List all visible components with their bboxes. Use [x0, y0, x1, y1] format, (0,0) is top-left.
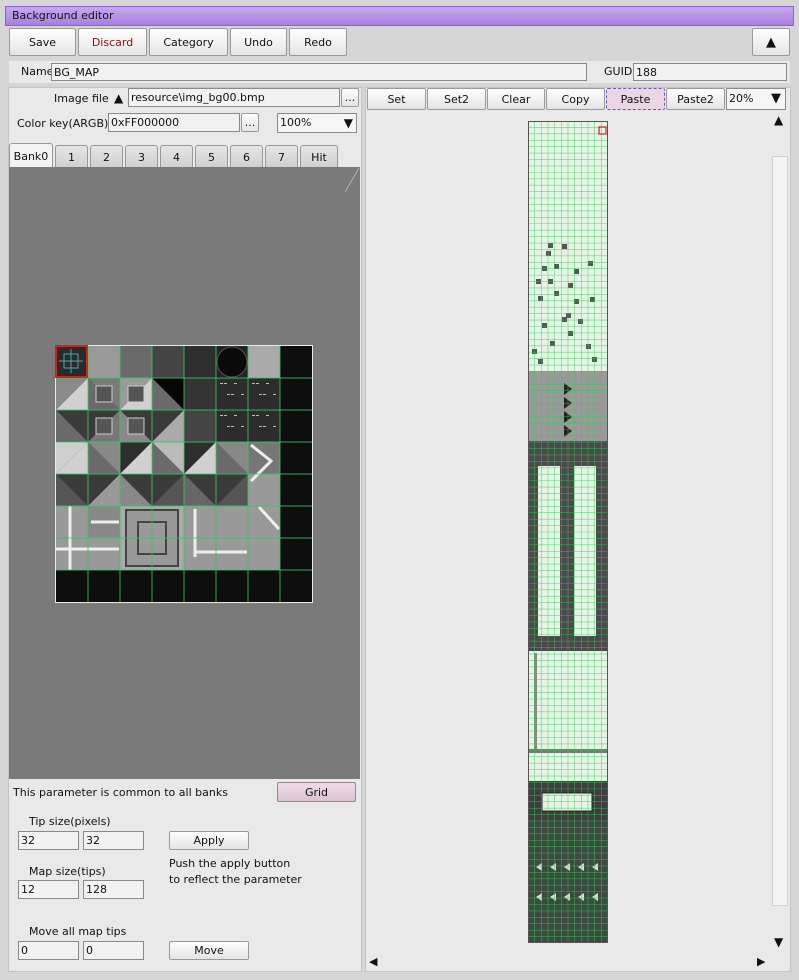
tab-bank-1[interactable]: 1: [55, 145, 88, 168]
apply-note-line-1: Push the apply button: [169, 857, 291, 870]
map-zoom-value: 20%: [729, 92, 754, 105]
tip-width-field[interactable]: 32: [18, 831, 79, 850]
chevron-down-icon: ▼: [771, 91, 781, 106]
redo-button[interactable]: Redo: [289, 28, 347, 56]
image-file-field[interactable]: resource\img_bg00.bmp: [128, 88, 340, 107]
color-key-browse-button[interactable]: ...: [241, 113, 259, 132]
scroll-right-icon[interactable]: ▶: [757, 955, 765, 968]
tileset-image[interactable]: [55, 345, 313, 603]
image-file-browse-button[interactable]: ...: [341, 88, 359, 107]
guid-field[interactable]: 188: [633, 63, 787, 81]
color-key-field[interactable]: 0xFF000000: [108, 113, 240, 132]
tip-height-field[interactable]: 32: [83, 831, 144, 850]
paste-button[interactable]: Paste: [606, 88, 665, 110]
diagonal-resize-mark: [345, 167, 360, 193]
discard-button[interactable]: Discard: [78, 28, 147, 56]
map-size-label: Map size(tips): [29, 865, 106, 878]
move-x-field[interactable]: 0: [18, 941, 79, 960]
category-button[interactable]: Category: [149, 28, 228, 56]
map-height-field[interactable]: 128: [83, 880, 144, 899]
undo-button[interactable]: Undo: [230, 28, 287, 56]
chevron-down-icon: ▼: [343, 116, 353, 130]
vertical-scroll-thumb[interactable]: [772, 156, 788, 906]
move-label: Move all map tips: [29, 925, 127, 938]
window-title: Background editor: [5, 6, 794, 26]
set2-button[interactable]: Set2: [427, 88, 486, 110]
zoom-value: 100%: [280, 116, 312, 129]
guid-label: GUID: [604, 65, 633, 78]
zoom-select[interactable]: 100% ▼: [277, 113, 357, 133]
image-file-arrow-icon[interactable]: ▲: [114, 91, 123, 105]
save-button[interactable]: Save: [9, 28, 76, 56]
common-note: This parameter is common to all banks: [13, 786, 228, 799]
tab-bank-2[interactable]: 2: [90, 145, 123, 168]
tab-bank-6[interactable]: 6: [230, 145, 263, 168]
paste2-button[interactable]: Paste2: [666, 88, 725, 110]
collapse-button[interactable]: ▲: [752, 28, 790, 56]
scroll-up-icon[interactable]: ▲: [774, 113, 783, 127]
move-button[interactable]: Move: [169, 941, 249, 960]
tab-bank-4[interactable]: 4: [160, 145, 193, 168]
tip-size-label: Tip size(pixels): [29, 815, 111, 828]
name-field[interactable]: BG_MAP: [51, 63, 587, 81]
tab-bank-0[interactable]: Bank0: [9, 143, 53, 168]
copy-button[interactable]: Copy: [546, 88, 605, 110]
clear-button[interactable]: Clear: [487, 88, 545, 110]
apply-button[interactable]: Apply: [169, 831, 249, 850]
grid-button[interactable]: Grid: [277, 782, 356, 802]
move-y-field[interactable]: 0: [83, 941, 144, 960]
horizontal-scrollbar[interactable]: [367, 955, 770, 969]
map-canvas[interactable]: [528, 121, 608, 943]
map-zoom-select[interactable]: 20% ▼: [726, 88, 786, 110]
map-width-field[interactable]: 12: [18, 880, 79, 899]
name-label: Name: [21, 65, 54, 78]
scroll-left-icon[interactable]: ◀: [369, 955, 377, 968]
tab-bank-5[interactable]: 5: [195, 145, 228, 168]
set-button[interactable]: Set: [367, 88, 426, 110]
image-file-label: Image file: [54, 92, 109, 105]
apply-note-line-2: to reflect the parameter: [169, 873, 302, 886]
tab-bank-7[interactable]: 7: [265, 145, 298, 168]
scroll-down-icon[interactable]: ▼: [774, 935, 783, 949]
color-key-label: Color key(ARGB): [17, 117, 109, 130]
tab-bank-hit[interactable]: Hit: [300, 145, 338, 168]
tab-bank-3[interactable]: 3: [125, 145, 158, 168]
